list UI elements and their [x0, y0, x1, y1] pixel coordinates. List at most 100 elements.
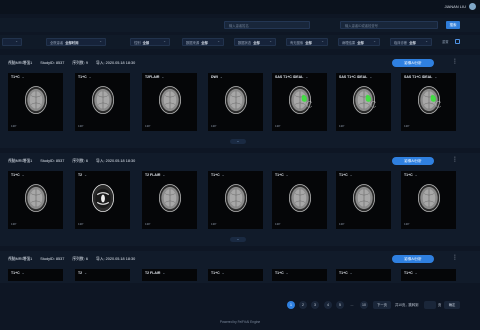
study-header: 颅脑MRI增强1 StudyID: 8537 序列数: 6 导入: 2020.05.1… — [8, 257, 143, 262]
brain-scan-image — [417, 86, 441, 114]
collapse-toggle[interactable]: ⌄ — [230, 139, 246, 144]
chevron-down-icon: ⌄ — [217, 39, 220, 43]
image-count: 13P — [11, 222, 17, 226]
series-thumbnail[interactable]: T1+C ⌄ — [208, 269, 263, 281]
series-label: T1+C ⌄ — [78, 75, 92, 79]
filter-status[interactable]: 数据状态 全部 ⌄ — [234, 38, 276, 46]
ai-analysis-button[interactable]: 影像AI分析 — [392, 59, 434, 67]
series-thumbnail[interactable]: T1+C ⌄ 13P — [272, 171, 327, 229]
brain-scan-image — [224, 184, 248, 212]
series-thumbnail[interactable]: T1+C ⌄ 13P — [336, 171, 391, 229]
page-button[interactable]: 10 — [360, 301, 368, 309]
filter-time[interactable]: 全院患者 全部时间 ⌄ — [46, 38, 106, 46]
filter-pathology[interactable]: 病理结果 全部 ⌄ — [338, 38, 380, 46]
search-button[interactable]: 搜索 — [446, 21, 460, 29]
page-confirm-button[interactable]: 确定 — [444, 301, 460, 309]
reset-link[interactable]: 重置 — [442, 39, 449, 44]
series-thumbnail[interactable]: SAS T1+C IDEAL ⌄ 13P — [336, 73, 391, 131]
avatar[interactable] — [469, 3, 476, 10]
series-thumbnail[interactable]: T1+C ⌄ — [272, 269, 327, 281]
image-count: 13P — [404, 222, 410, 226]
series-thumbnail[interactable]: T2 ⌄ 13P — [75, 171, 130, 229]
brain-scan-image — [24, 86, 48, 114]
series-thumbnail[interactable]: T2FLAIR ⌄ 13P — [142, 73, 197, 131]
series-thumbnail[interactable]: T2 FLAIR ⌄ — [142, 269, 197, 281]
page-button[interactable]: 4 — [324, 301, 332, 309]
chevron-down-icon: ⌄ — [84, 173, 88, 177]
chevron-down-icon: ⌄ — [349, 271, 353, 275]
chevron-down-icon: ⌄ — [21, 173, 25, 177]
study-id: StudyID: 8537 — [40, 159, 65, 163]
chevron-down-icon: ⌄ — [414, 173, 418, 177]
page-jump-input[interactable] — [424, 301, 436, 309]
series-label: T1+C ⌄ — [404, 271, 418, 275]
series-label: T2 FLAIR ⌄ — [145, 173, 166, 177]
brain-scan-image — [91, 86, 115, 114]
filter-leading[interactable]: ⌄ — [2, 38, 22, 46]
series-thumbnail[interactable]: T1+C ⌄ 13P — [401, 171, 456, 229]
series-thumbnail[interactable]: T1+C ⌄ — [8, 269, 63, 281]
image-count: 13P — [275, 124, 281, 128]
series-label: T1+C ⌄ — [211, 271, 225, 275]
brain-scan-image — [158, 184, 182, 212]
series-thumbnail[interactable]: T1+C ⌄ — [336, 269, 391, 281]
series-thumbnail[interactable]: T1+C ⌄ 13P — [208, 171, 263, 229]
filter-source[interactable]: 数据来源 全部 ⌄ — [182, 38, 224, 46]
brain-scan-image — [417, 184, 441, 212]
patient-id-input[interactable]: 输入患者ID或者检查号 — [340, 21, 438, 29]
brain-scan-image — [91, 184, 115, 212]
patient-name-input[interactable]: 输入患者姓名 — [224, 21, 310, 29]
chevron-down-icon: ⌄ — [88, 75, 92, 79]
ai-analysis-button[interactable]: 影像AI分析 — [392, 255, 434, 263]
reset-icon[interactable] — [455, 39, 460, 44]
series-thumbnail[interactable]: SAS T1+C IDEAL ⌄ 13P — [401, 73, 456, 131]
series-label: T1+C ⌄ — [339, 271, 353, 275]
chevron-down-icon: ⌄ — [349, 173, 353, 177]
study-id: StudyID: 8537 — [40, 257, 65, 261]
image-count: 13P — [11, 124, 17, 128]
series-count: 序列数: 6 — [72, 257, 88, 261]
ai-analysis-button[interactable]: 影像AI分析 — [392, 157, 434, 165]
series-thumbnail[interactable]: T1+C ⌄ 13P — [8, 73, 63, 131]
more-options-icon[interactable]: ⋮ — [452, 58, 458, 65]
image-count: 13P — [211, 222, 217, 226]
page-button[interactable]: 3 — [311, 301, 319, 309]
chevron-down-icon: ⌄ — [373, 39, 376, 43]
next-page-button[interactable]: 下一页 — [373, 301, 391, 309]
chevron-down-icon: ⌄ — [21, 271, 25, 275]
series-label: T1+C ⌄ — [211, 173, 225, 177]
page-button[interactable]: 5 — [336, 301, 344, 309]
series-thumbnail[interactable]: T1+C ⌄ 13P — [8, 171, 63, 229]
chevron-down-icon: ⌄ — [425, 39, 428, 43]
more-options-icon[interactable]: ⋮ — [452, 156, 458, 163]
series-label: SAS T1+C IDEAL ⌄ — [339, 75, 373, 79]
filter-diagnosis[interactable]: 临床诊断 全部 ⌄ — [390, 38, 432, 46]
series-thumbnail[interactable]: T2 FLAIR ⌄ 13P — [142, 171, 197, 229]
page-button[interactable]: 1 — [287, 301, 295, 309]
chevron-down-icon: ⌄ — [414, 271, 418, 275]
chevron-down-icon: ⌄ — [305, 75, 309, 79]
brain-scan-image — [352, 184, 376, 212]
series-thumbnail[interactable]: T1+C ⌄ — [401, 269, 456, 281]
filter-gender[interactable]: 性别 全部 ⌄ — [130, 38, 170, 46]
series-label: T1+C ⌄ — [339, 173, 353, 177]
series-label: T1+C ⌄ — [11, 173, 25, 177]
filter-row: ⌄ 全院患者 全部时间 ⌄ 性别 全部 ⌄ 数据来源 全部 ⌄ 数据状态 全部 ⌄ 有无图像 全部… — [0, 35, 480, 49]
page-button[interactable]: 2 — [299, 301, 307, 309]
series-label: T2FLAIR ⌄ — [145, 75, 165, 79]
more-options-icon[interactable]: ⋮ — [452, 254, 458, 261]
series-thumbnail[interactable]: SAS T1+C IDEAL ⌄ 13P — [272, 73, 327, 131]
series-count: 序列数: 9 — [72, 61, 88, 65]
brain-scan-image — [24, 184, 48, 212]
series-thumbnail[interactable]: DWI ⌄ 13P — [208, 73, 263, 131]
series-thumbnail[interactable]: T2 ⌄ — [75, 269, 130, 281]
chevron-down-icon: ⌄ — [269, 39, 272, 43]
study-card-3: 颅脑MRI增强1 StudyID: 8537 序列数: 6 导入: 2020.05.1… — [0, 251, 480, 283]
filter-image[interactable]: 有无图像 全部 ⌄ — [286, 38, 328, 46]
collapse-toggle[interactable]: ⌄ — [230, 237, 246, 242]
series-thumbnail[interactable]: T1+C ⌄ 13P — [75, 73, 130, 131]
chevron-down-icon: ⌄ — [369, 75, 373, 79]
chevron-down-icon: ⌄ — [285, 173, 289, 177]
footer: Powered by FeiFit AI Engine — [219, 320, 261, 324]
username[interactable]: JIANAN LIU — [444, 4, 466, 9]
